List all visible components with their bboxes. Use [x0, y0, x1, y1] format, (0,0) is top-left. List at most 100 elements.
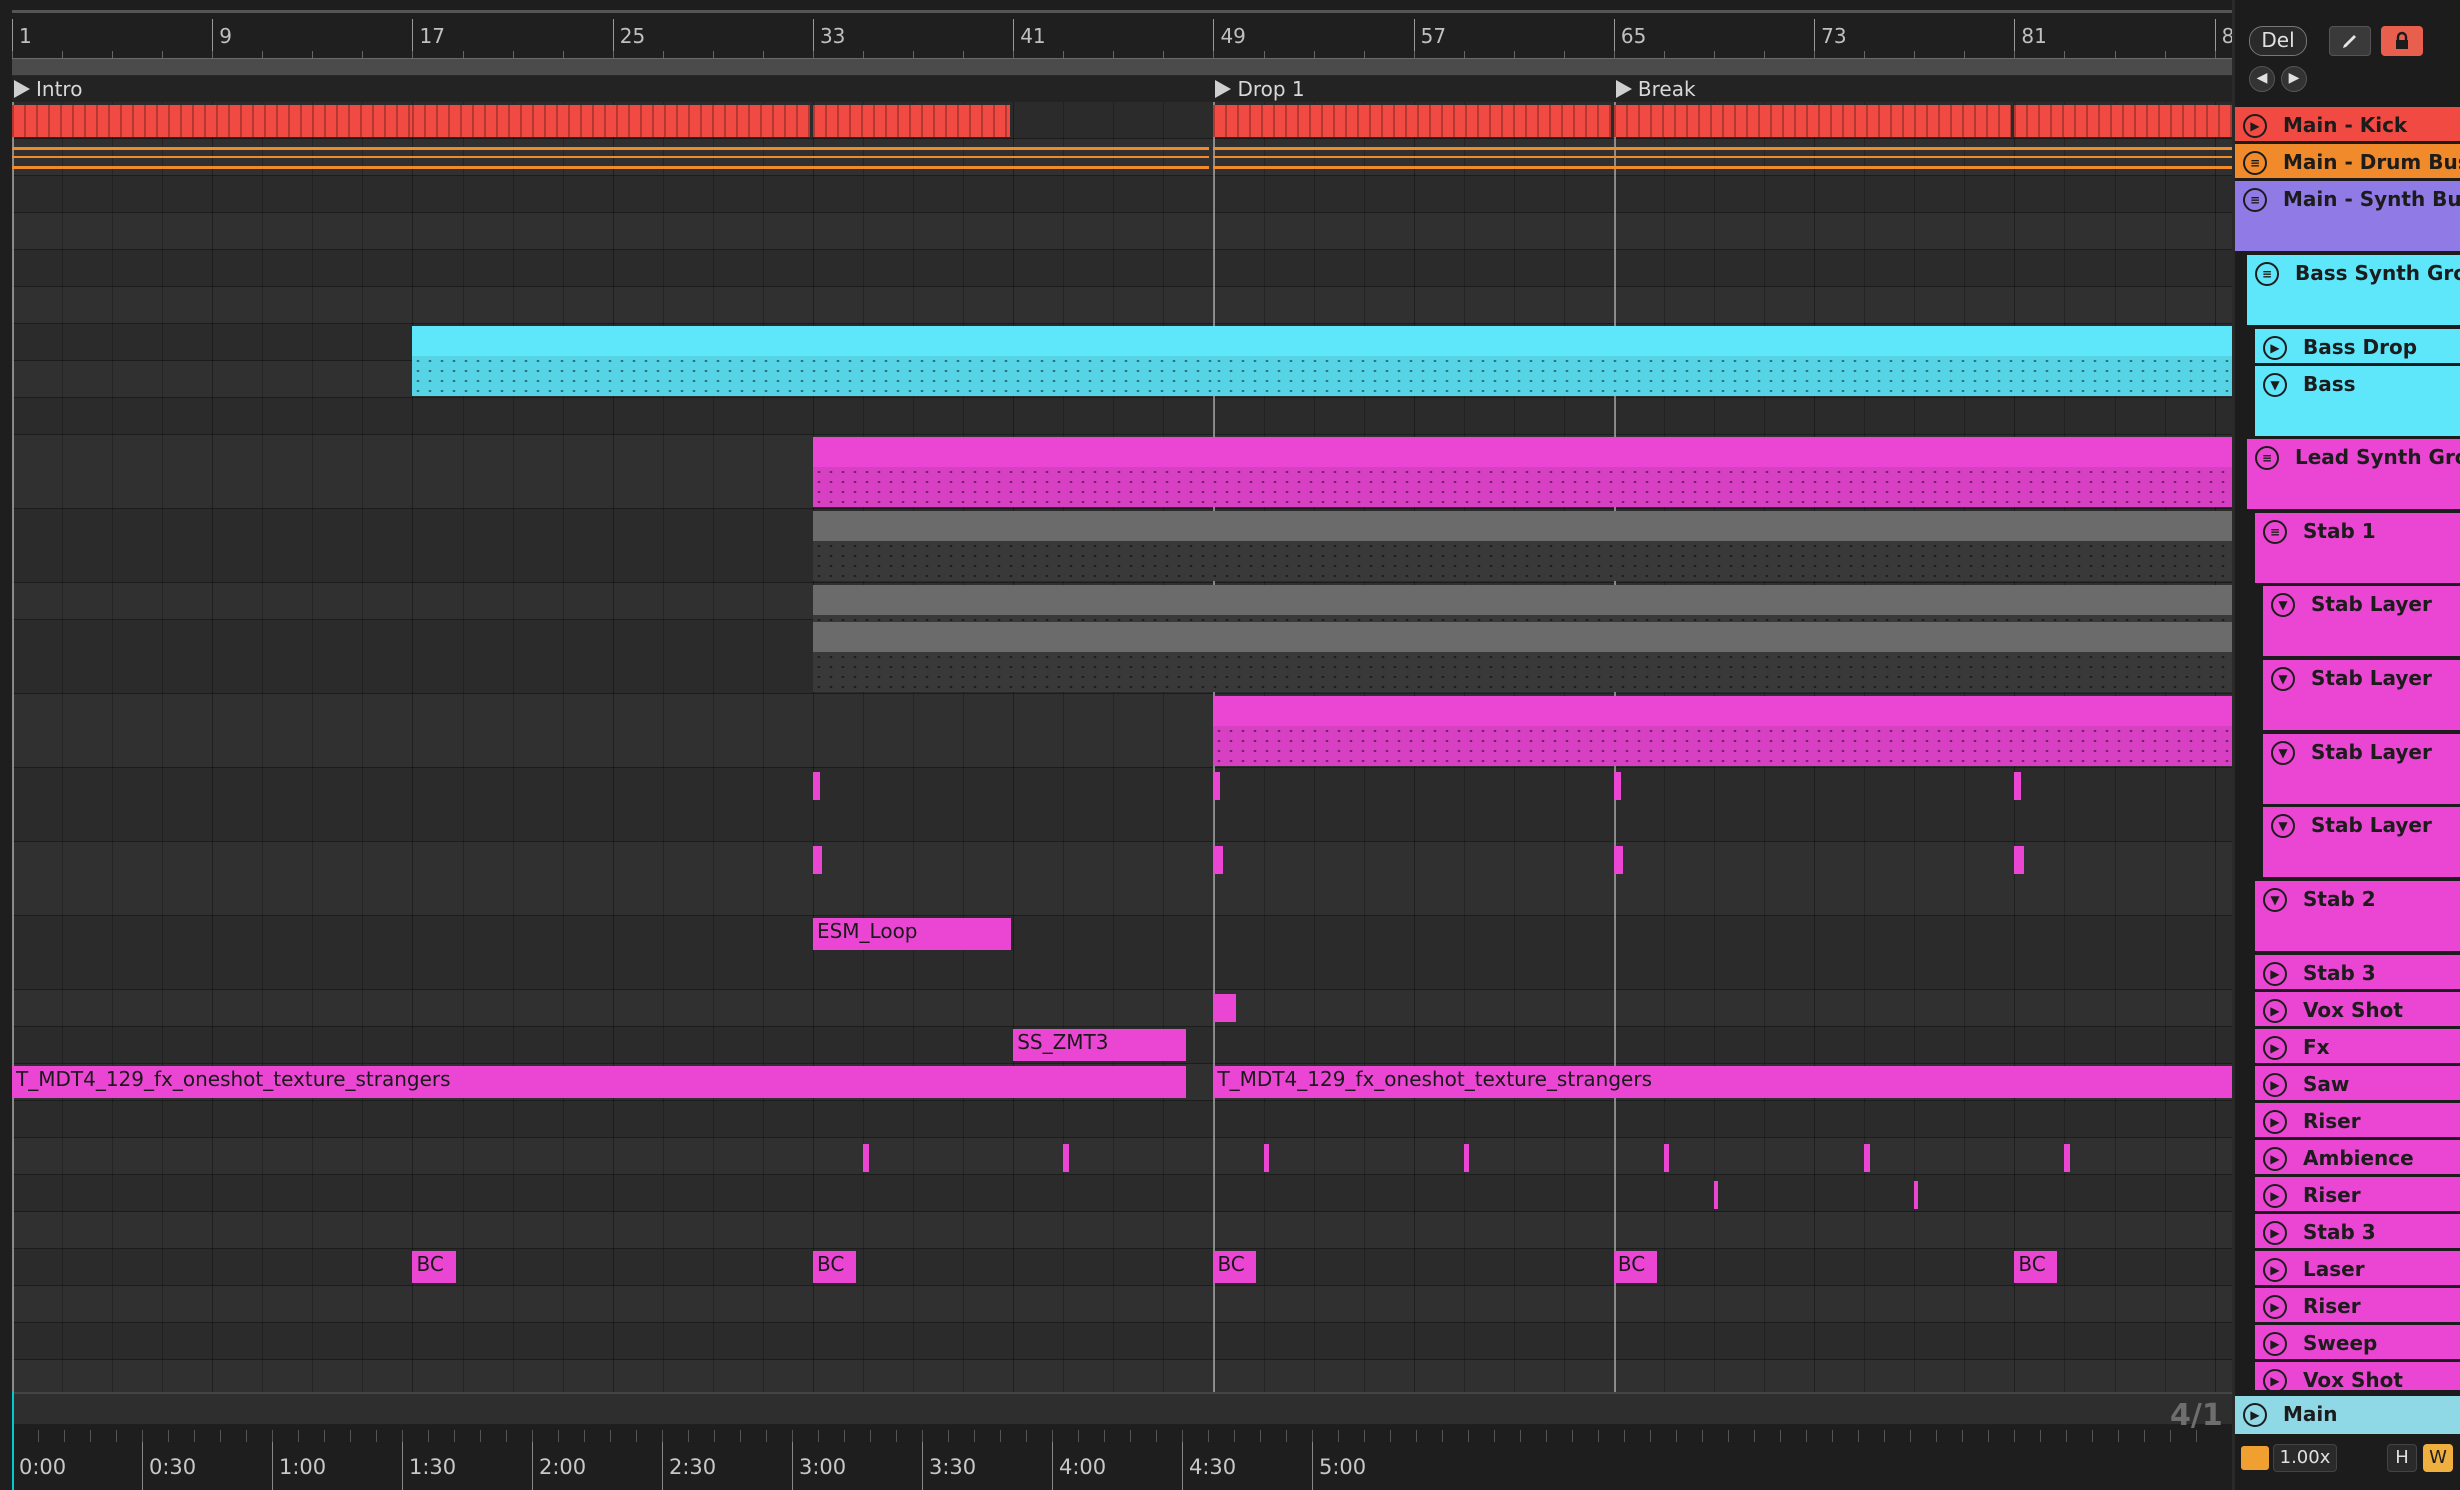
time-label[interactable]: 4:00: [1052, 1430, 1106, 1490]
play-icon[interactable]: ▶: [2263, 962, 2287, 986]
h-button[interactable]: H: [2387, 1444, 2417, 1472]
saw-clip[interactable]: [1213, 994, 1237, 1022]
locator-lane[interactable]: IntroDrop 1BreakDrop 2OutroEnd: [12, 76, 2232, 102]
ss-clip[interactable]: SS_ZMT3: [1013, 1029, 1187, 1061]
time-label[interactable]: 0:00: [12, 1430, 66, 1490]
stab-2-clip[interactable]: [1213, 696, 2232, 766]
play-icon[interactable]: ▶: [2263, 1369, 2287, 1390]
stab-3-clip[interactable]: [2014, 772, 2022, 800]
laser-note[interactable]: [1914, 1181, 1919, 1209]
stab-3-note[interactable]: [863, 1144, 869, 1172]
scrub-area[interactable]: [12, 58, 2232, 76]
group-icon[interactable]: ≡: [2263, 520, 2287, 544]
track-lane[interactable]: [12, 842, 2232, 916]
track-lane[interactable]: [12, 990, 2232, 1027]
sweep-clip[interactable]: BC: [1613, 1251, 1657, 1283]
bar-number[interactable]: 73: [1814, 19, 1847, 61]
track-lanes[interactable]: BESM_LoopSS_ZMT3T_MDT4_129_fx_oneshot_te…: [12, 102, 2232, 1392]
bar-number[interactable]: 57: [1413, 19, 1446, 61]
stab-3-note[interactable]: [1463, 1144, 1470, 1172]
group-icon[interactable]: ≡: [2255, 262, 2279, 286]
vox-shot-clip[interactable]: [812, 846, 823, 874]
track-lane[interactable]: [12, 768, 2232, 842]
fold-icon[interactable]: ▼: [2263, 373, 2287, 397]
track-header-vox-shot[interactable]: ▶ Vox Shot: [2255, 990, 2460, 1026]
track-header-stab-3[interactable]: ▶ Stab 3: [2255, 1212, 2460, 1248]
track-header-stab-layer[interactable]: ▼ Stab Layer: [2263, 732, 2460, 804]
locator-drop-1[interactable]: Drop 1: [1213, 76, 1305, 102]
play-icon[interactable]: ▶: [2263, 1036, 2287, 1060]
track-header-ambience[interactable]: ▶ Ambience: [2255, 1138, 2460, 1174]
time-label[interactable]: 1:00: [272, 1430, 326, 1490]
bar-number[interactable]: 9: [212, 19, 232, 61]
group-icon[interactable]: ≡: [2255, 446, 2279, 470]
horizontal-scrollbar[interactable]: [12, 1392, 2232, 1424]
play-icon[interactable]: ▶: [2263, 1147, 2287, 1171]
track-lane[interactable]: [12, 1138, 2232, 1175]
track-header-main-kick[interactable]: ▶ Main - Kick: [2235, 105, 2460, 141]
vox-shot-clip[interactable]: [1613, 846, 1624, 874]
stab-clip[interactable]: [812, 437, 2232, 507]
sweep-clip[interactable]: BC: [412, 1251, 456, 1283]
bar-number[interactable]: 41: [1013, 19, 1046, 61]
group-icon[interactable]: ≡: [2243, 188, 2267, 212]
track-header-fx[interactable]: ▶ Fx: [2255, 1027, 2460, 1063]
stab-3-clip[interactable]: [812, 772, 820, 800]
play-icon[interactable]: ▶: [2263, 1258, 2287, 1282]
bar-number[interactable]: 17: [412, 19, 445, 61]
time-label[interactable]: 4:30: [1182, 1430, 1236, 1490]
time-label[interactable]: 1:30: [402, 1430, 456, 1490]
fold-icon[interactable]: ▼: [2263, 888, 2287, 912]
bar-ruler[interactable]: 1917253341495765738189971051131211291371…: [12, 10, 2232, 61]
stab-3-note[interactable]: [1663, 1144, 1670, 1172]
track-header-bass-synth-grou[interactable]: ≡ Bass Synth Grou: [2247, 253, 2460, 325]
play-icon[interactable]: ▶: [2263, 336, 2287, 360]
track-lane[interactable]: [12, 1175, 2232, 1212]
stab-3-note[interactable]: [2064, 1144, 2070, 1172]
play-icon[interactable]: ▶: [2263, 1073, 2287, 1097]
track-header-bass-drop[interactable]: ▶ Bass Drop: [2255, 327, 2460, 363]
track-header-laser[interactable]: ▶ Laser: [2255, 1249, 2460, 1285]
track-lane[interactable]: [12, 1101, 2232, 1138]
track-header-riser[interactable]: ▶ Riser: [2255, 1175, 2460, 1211]
stab-3-clip[interactable]: [1213, 772, 1221, 800]
stab-layer-clip[interactable]: [812, 622, 2232, 692]
play-icon[interactable]: ▶: [2263, 1110, 2287, 1134]
bar-number[interactable]: 1: [12, 19, 32, 61]
texture-clip[interactable]: T_MDT4_129_fx_oneshot_texture_strangers: [12, 1066, 1187, 1098]
time-label[interactable]: 2:30: [662, 1430, 716, 1490]
bar-number[interactable]: 81: [2014, 19, 2047, 61]
track-header-stab-1[interactable]: ≡ Stab 1: [2255, 511, 2460, 583]
fold-icon[interactable]: ▼: [2271, 593, 2295, 617]
kick-clip[interactable]: [812, 105, 1010, 137]
bar-number[interactable]: 65: [1613, 19, 1646, 61]
time-label[interactable]: 3:00: [792, 1430, 846, 1490]
bar-number[interactable]: 49: [1213, 19, 1246, 61]
draw-mode-button[interactable]: [2329, 26, 2371, 56]
time-label[interactable]: 0:30: [142, 1430, 196, 1490]
track-header-stab-3[interactable]: ▶ Stab 3: [2255, 953, 2460, 989]
time-label[interactable]: 5:00: [1312, 1430, 1366, 1490]
track-header-lead-synth-grou[interactable]: ≡ Lead Synth Grou: [2247, 437, 2460, 509]
bar-number[interactable]: 33: [812, 19, 845, 61]
time-label[interactable]: 2:00: [532, 1430, 586, 1490]
time-label[interactable]: 3:30: [922, 1430, 976, 1490]
sweep-clip[interactable]: BC: [812, 1251, 856, 1283]
kick-clip[interactable]: [12, 105, 460, 137]
stab-layer-clip[interactable]: [812, 511, 2232, 581]
arrangement-area[interactable]: 1917253341495765738189971051131211291371…: [12, 0, 2232, 1490]
time-ruler[interactable]: 0:00 0:30 1:00 1:30 2:00 2:30 3:00 3:30 4:00 4:30…: [12, 1430, 2232, 1490]
track-header-stab-layer[interactable]: ▼ Stab Layer: [2263, 658, 2460, 730]
play-icon[interactable]: ▶: [2263, 999, 2287, 1023]
track-header-stab-layer[interactable]: ▼ Stab Layer: [2263, 805, 2460, 877]
track-lane[interactable]: [12, 1360, 2232, 1392]
track-lane[interactable]: [12, 213, 2232, 250]
drum-bus-clip[interactable]: [12, 147, 1209, 169]
texture-clip[interactable]: T_MDT4_129_fx_oneshot_texture_strangers: [1213, 1066, 2232, 1098]
play-icon[interactable]: ▶: [2243, 114, 2267, 138]
stab-3-note[interactable]: [1063, 1144, 1069, 1172]
play-icon[interactable]: ▶: [2263, 1184, 2287, 1208]
track-lane[interactable]: [12, 287, 2232, 324]
delete-button[interactable]: Del: [2249, 26, 2307, 56]
stab-3-clip[interactable]: [1613, 772, 1621, 800]
